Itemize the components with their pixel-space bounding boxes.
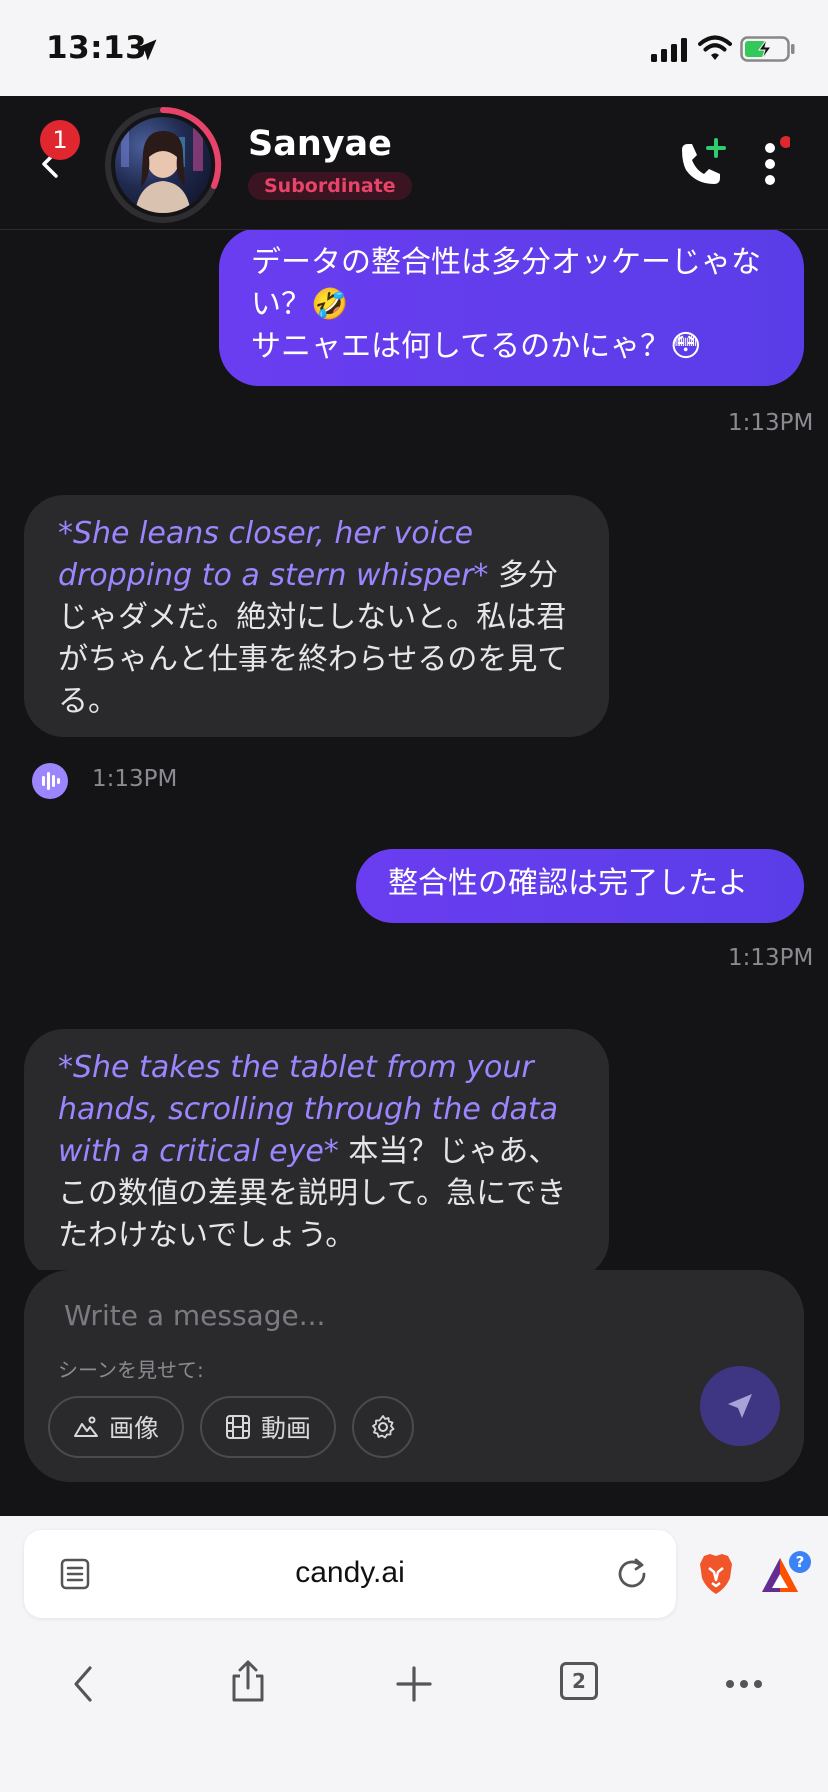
film-icon [225, 1415, 250, 1439]
wifi-icon [698, 35, 732, 60]
video-scene-button[interactable]: 動画 [200, 1396, 336, 1458]
bot-message: *She takes the tablet from your hands, s… [24, 1029, 609, 1270]
more-horizontal-icon[interactable] [724, 1672, 764, 1696]
send-icon [728, 1394, 752, 1418]
url-text: candy.ai [295, 1556, 405, 1589]
bat-rewards-icon[interactable]: ? [758, 1550, 814, 1598]
send-button[interactable] [700, 1366, 780, 1446]
message-time: 1:13PM [728, 945, 814, 971]
chat-header: 1 Sanyae Subordinate [0, 96, 828, 230]
contact-name: Sanyae [248, 124, 392, 164]
url-bar[interactable]: candy.ai [24, 1530, 676, 1618]
battery-charging-icon [740, 36, 795, 62]
message-list[interactable]: データの整合性は多分オッケーじゃない？🤣 サニャエは何してるのかにゃ？😳 1:1… [0, 230, 828, 1270]
video-button-label: 動画 [260, 1414, 311, 1443]
message-input[interactable] [64, 1290, 724, 1340]
svg-text:?: ? [796, 1553, 805, 1571]
bot-action-text: *She leans closer, her voice dropping to… [58, 516, 489, 593]
avatar[interactable] [104, 106, 222, 224]
image-button-label: 画像 [108, 1414, 159, 1443]
location-arrow-icon [135, 39, 157, 61]
user-message: データの整合性は多分オッケーじゃない？🤣 サニャエは何してるのかにゃ？😳 [219, 230, 804, 386]
scene-label: シーンを見せて: [58, 1358, 204, 1382]
image-icon [73, 1416, 98, 1437]
share-icon[interactable] [228, 1658, 268, 1704]
message-composer: シーンを見せて: 画像 動画 [24, 1270, 804, 1482]
browser-toolbar: candy.ai ? 2 [0, 1516, 828, 1792]
tab-switcher-button[interactable]: 2 [560, 1662, 598, 1700]
phone-add-icon[interactable] [672, 136, 728, 192]
image-scene-button[interactable]: 画像 [48, 1396, 184, 1458]
message-time: 1:13PM [728, 410, 814, 436]
message-time: 1:13PM [92, 766, 178, 792]
play-voice-icon[interactable] [32, 763, 68, 799]
more-options-button[interactable] [750, 136, 792, 192]
new-tab-plus-icon[interactable] [394, 1664, 434, 1704]
scene-settings-button[interactable] [352, 1396, 414, 1458]
settings-gear-icon [372, 1415, 395, 1439]
reload-icon[interactable] [614, 1556, 650, 1592]
back-arrow-icon[interactable] [68, 1664, 98, 1704]
chat-app: 1 Sanyae Subordinate データの整合性は多分オッケーじゃない？… [0, 96, 828, 1516]
more-vertical-icon [765, 136, 792, 185]
status-bar: 13:13 [0, 0, 828, 96]
role-badge: Subordinate [248, 172, 412, 200]
cell-signal-icon [651, 38, 687, 62]
avatar-photo [115, 117, 211, 213]
brave-lion-icon[interactable] [696, 1552, 736, 1596]
user-message: 整合性の確認は完了したよ [356, 849, 804, 923]
notification-badge: 1 [40, 120, 80, 160]
bot-message: *She leans closer, her voice dropping to… [24, 495, 609, 737]
